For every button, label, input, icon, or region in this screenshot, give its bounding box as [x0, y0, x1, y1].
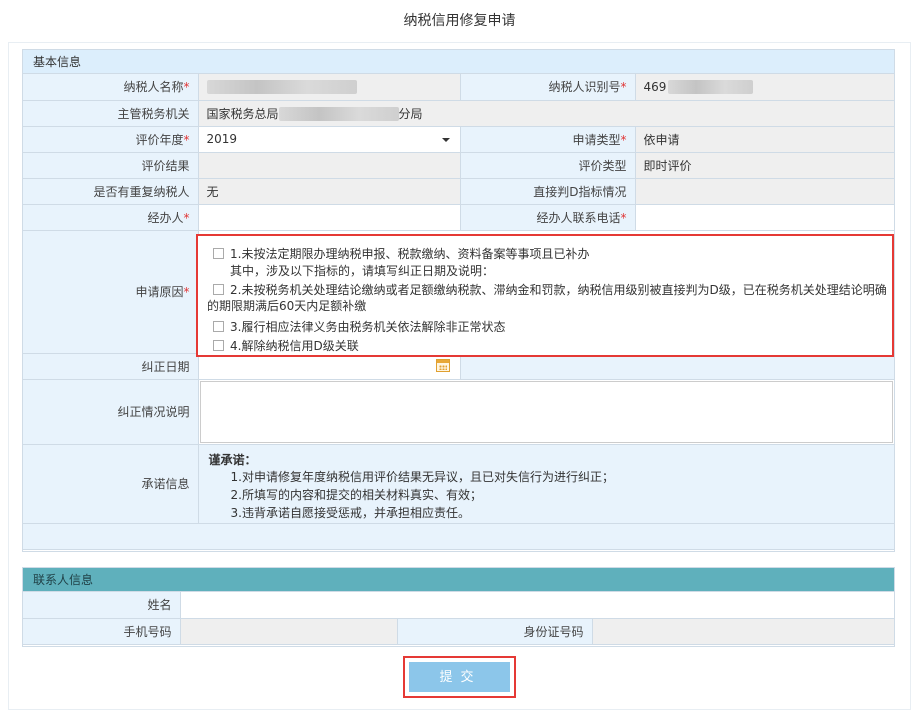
promise-label: 承诺信息: [23, 443, 199, 524]
id-card-label: 身份证号码: [396, 617, 593, 645]
checkbox-1[interactable]: [213, 248, 224, 259]
checkbox-2[interactable]: [213, 284, 224, 295]
eval-result-label: 评价结果: [23, 151, 199, 179]
checkbox-4[interactable]: [213, 340, 224, 351]
chevron-down-icon: [441, 137, 450, 142]
submit-button[interactable]: 提交: [409, 662, 510, 692]
reason-option-3[interactable]: 3.履行相应法律义务由税务机关依法解除非正常状态: [213, 318, 505, 335]
redacted-id: [668, 80, 754, 94]
correct-date-label: 纠正日期: [23, 352, 199, 380]
basic-info-footer: [23, 522, 894, 550]
reason-options-highlight: 1.未按法定期限办理纳税申报、税款缴纳、资料备案等事项且已补办 其中，涉及以下指…: [196, 234, 894, 357]
reason-option-1-note: 其中，涉及以下指标的，请填写纠正日期及说明：: [230, 264, 495, 278]
handler-input[interactable]: [197, 203, 461, 231]
contact-info-section: 联系人信息 姓名 手机号码 身份证号码: [22, 567, 895, 647]
contact-info-table: 姓名 手机号码 身份证号码: [23, 592, 895, 645]
mobile-value: [179, 617, 398, 645]
apply-type-value: 依申请: [634, 125, 894, 153]
reason-option-2[interactable]: 2.未按税务机关处理结论缴纳或者足额缴纳税款、滞纳金和罚款，纳税信用级别被直接判…: [213, 281, 887, 298]
promise-item-1: 1.对申请修复年度纳税信用评价结果无异议，且已对失信行为进行纠正；: [230, 469, 614, 484]
repeat-taxpayer-label: 是否有重复纳税人: [23, 177, 199, 205]
taxpayer-id-label: 纳税人识别号*: [459, 74, 636, 101]
contact-name-input[interactable]: [179, 592, 895, 619]
submit-highlight: 提交: [403, 656, 516, 698]
eval-year-select[interactable]: 2019: [197, 125, 461, 153]
contact-info-header: 联系人信息: [23, 568, 894, 592]
promise-item-2: 2.所填写的内容和提交的相关材料真实、有效；: [230, 487, 482, 502]
reason-option-2-cont: 的期限期满后60天内足额补缴: [207, 299, 367, 313]
authority-value: 国家税务总局 分局: [197, 99, 894, 127]
eval-result-value: [197, 151, 461, 179]
id-card-value: [591, 617, 895, 645]
reason-label: 申请原因*: [23, 229, 199, 354]
eval-year-label: 评价年度*: [23, 125, 199, 153]
page-title: 纳税信用修复申请: [403, 13, 516, 29]
taxpayer-name-value: [197, 74, 461, 101]
basic-info-header: 基本信息: [23, 50, 894, 74]
handler-label: 经办人*: [23, 203, 199, 231]
checkbox-3[interactable]: [213, 321, 224, 332]
direct-d-label: 直接判D指标情况: [459, 177, 636, 205]
promise-heading: 谨承诺：: [208, 452, 257, 467]
promise-item-3: 3.违背承诺自愿接受惩戒，并承担相应责任。: [230, 505, 470, 520]
promise-cell: 谨承诺： 1.对申请修复年度纳税信用评价结果无异议，且已对失信行为进行纠正； 2…: [197, 443, 894, 524]
reason-option-4[interactable]: 4.解除纳税信用D级关联: [213, 337, 359, 354]
redacted-authority: [278, 107, 399, 121]
handler-phone-input[interactable]: [634, 203, 894, 231]
direct-d-value: [634, 177, 894, 205]
handler-phone-label: 经办人联系电话*: [459, 203, 636, 231]
eval-type-label: 评价类型: [459, 151, 636, 179]
eval-type-value: 即时评价: [634, 151, 894, 179]
repeat-taxpayer-value: 无: [197, 177, 461, 205]
redacted-name: [206, 80, 357, 94]
reason-option-1[interactable]: 1.未按法定期限办理纳税申报、税款缴纳、资料备案等事项且已补办: [213, 245, 589, 262]
apply-type-label: 申请类型*: [459, 125, 636, 153]
correct-desc-label: 纠正情况说明: [23, 378, 199, 445]
taxpayer-name-label: 纳税人名称*: [23, 74, 199, 101]
correct-desc-cell: [197, 378, 894, 445]
taxpayer-id-value: 469: [634, 74, 894, 101]
correct-desc-textarea[interactable]: [199, 380, 893, 443]
calendar-icon[interactable]: [435, 358, 450, 372]
authority-label: 主管税务机关: [23, 99, 199, 127]
mobile-label: 手机号码: [23, 617, 181, 645]
contact-name-label: 姓名: [23, 592, 181, 619]
